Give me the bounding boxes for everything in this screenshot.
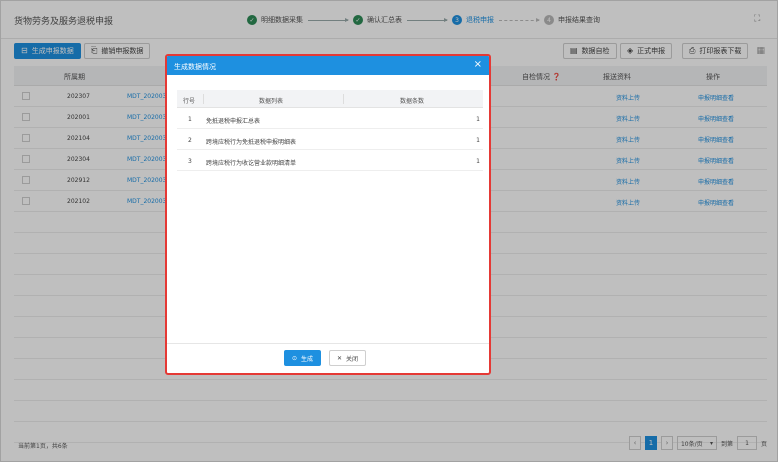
header-divider [343,94,344,104]
dialog-table-row: 3 跨境应税行为收讫营业款明细清单 1 [177,150,483,171]
header-row-no: 行号 [183,98,196,105]
cell-count: 1 [476,158,480,165]
dialog-title: 生成数据情况 [174,63,216,71]
dialog-footer: ⊙ 生成 ✕ 关闭 [167,343,489,373]
dialog-table-row: 2 跨境应税行为免抵退税申报明细表 1 [177,129,483,150]
header-count: 数据条数 [400,98,425,105]
generate-button[interactable]: ⊙ 生成 [284,350,322,366]
cell-count: 1 [476,137,480,144]
dialog-table: 行号 数据列表 数据条数 1 免抵退税申报汇总表 1 2 跨境应税行为免抵退税申… [177,90,483,171]
check-circle-icon: ⊙ [292,354,298,362]
header-list: 数据列表 [259,98,284,105]
dialog-table-row: 1 免抵退税申报汇总表 1 [177,108,483,129]
dialog-header: 生成数据情况 × [167,56,489,75]
cell-row-no: 1 [188,116,192,123]
dialog-table-header: 行号 数据列表 数据条数 [177,90,483,108]
cell-count: 1 [476,116,480,123]
cell-list-name: 免抵退税申报汇总表 [206,118,261,125]
close-icon[interactable]: × [474,59,482,70]
cell-row-no: 3 [188,158,192,165]
close-icon: ✕ [337,354,343,362]
cell-list-name: 跨境应税行为收讫营业款明细清单 [206,160,297,167]
generate-data-dialog: 生成数据情况 × 行号 数据列表 数据条数 1 免抵退税申报汇总表 1 2 跨境… [165,54,491,375]
close-button[interactable]: ✕ 关闭 [329,350,367,366]
cell-list-name: 跨境应税行为免抵退税申报明细表 [206,139,297,146]
cell-row-no: 2 [188,137,192,144]
header-divider [203,94,204,104]
